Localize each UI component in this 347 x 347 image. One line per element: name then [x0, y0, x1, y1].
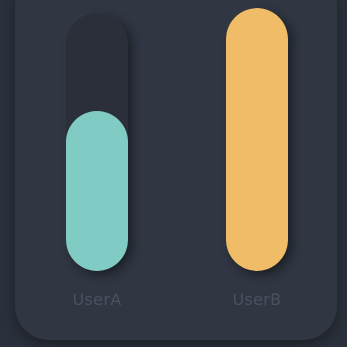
bar-fill-userb [226, 8, 288, 271]
bar-label-userb: UserB [232, 290, 282, 309]
bar-fill-usera [66, 111, 128, 271]
bar-track-userb[interactable] [226, 8, 288, 271]
bar-card [15, 0, 337, 340]
stage: UserA UserB [0, 0, 347, 347]
bar-track-usera[interactable] [66, 13, 128, 271]
bar-label-usera: UserA [72, 290, 122, 309]
